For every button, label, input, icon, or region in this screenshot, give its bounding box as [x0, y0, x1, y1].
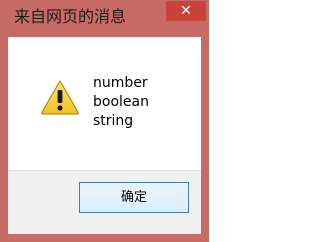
dialog-body: number boolean string 确定 [8, 37, 201, 234]
title-bar[interactable]: 来自网页的消息 ✕ [0, 0, 209, 36]
message-line: boolean [93, 94, 149, 110]
message-line: number [93, 75, 148, 91]
message-area: number boolean string [8, 37, 201, 170]
close-button[interactable]: ✕ [166, 1, 206, 21]
window-title: 来自网页的消息 [14, 7, 127, 26]
button-bar: 确定 [8, 170, 201, 234]
warning-icon [41, 80, 79, 115]
close-icon: ✕ [180, 3, 192, 19]
ok-button[interactable]: 确定 [79, 182, 189, 213]
message-text: number boolean string [93, 74, 149, 131]
message-line: string [93, 113, 134, 129]
dialog-window: 来自网页的消息 ✕ number boolean string 确定 [0, 0, 209, 242]
